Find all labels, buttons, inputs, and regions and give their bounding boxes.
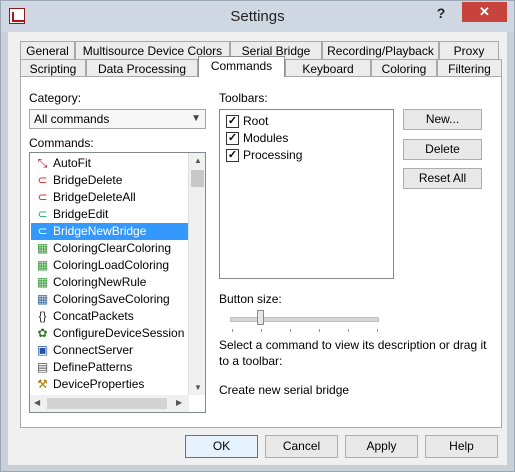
- commands-vertical-scrollbar[interactable]: ▲ ▼: [188, 153, 205, 395]
- autofit-icon: ⤡: [37, 156, 48, 170]
- bridge-edit-icon: ⊂: [37, 207, 48, 221]
- tab-filtering[interactable]: Filtering: [437, 59, 502, 77]
- settings-window: Settings ? ✕ General Multisource Device …: [0, 0, 515, 472]
- dialog-client: General Multisource Device Colors Serial…: [8, 32, 507, 465]
- cancel-button[interactable]: Cancel: [265, 435, 338, 458]
- list-item[interactable]: ⤡ AutoFit: [31, 155, 188, 172]
- toolbars-label: Toolbars:: [219, 91, 268, 105]
- scroll-right-icon[interactable]: ▶: [176, 398, 182, 407]
- list-item[interactable]: ⊂ BridgeDeleteAll: [31, 189, 188, 206]
- checkbox-checked-icon[interactable]: ✓: [226, 115, 239, 128]
- list-item[interactable]: ⊂ BridgeDelete: [31, 172, 188, 189]
- list-item[interactable]: ⊂ BridgeEdit: [31, 206, 188, 223]
- list-item-selected[interactable]: ⊂ BridgeNewBridge: [31, 223, 188, 240]
- category-value: All commands: [34, 112, 110, 126]
- vertical-scroll-thumb[interactable]: [191, 170, 204, 187]
- slider-ticks: [232, 329, 378, 332]
- category-label: Category:: [29, 91, 82, 105]
- category-select[interactable]: All commands ▼: [29, 109, 206, 129]
- list-item[interactable]: ▦ ColoringLoadColoring: [31, 257, 188, 274]
- bridge-delete-all-icon: ⊂: [37, 190, 48, 204]
- list-item[interactable]: {} ConcatPackets: [31, 308, 188, 325]
- commands-horizontal-scrollbar[interactable]: ◀ ▶: [30, 395, 189, 412]
- ok-button[interactable]: OK: [185, 435, 258, 458]
- connect-server-icon: ▣: [36, 343, 49, 357]
- scroll-down-icon[interactable]: ▼: [194, 383, 202, 392]
- tab-recording-playback[interactable]: Recording/Playback: [322, 41, 439, 59]
- scroll-left-icon[interactable]: ◀: [34, 398, 40, 407]
- list-item[interactable]: ▦ ColoringNewRule: [31, 274, 188, 291]
- button-size-label: Button size:: [219, 292, 282, 306]
- commands-list[interactable]: ⤡ AutoFit ⊂ BridgeDelete ⊂ BridgeDeleteAll …: [29, 152, 206, 413]
- tab-data-processing[interactable]: Data Processing: [86, 59, 198, 77]
- button-size-slider-thumb[interactable]: [257, 310, 264, 325]
- delete-toolbar-button[interactable]: Delete: [403, 139, 482, 160]
- coloring-clear-icon: ▦: [36, 241, 49, 255]
- toolbars-list: ✓ Root ✓ Modules ✓ Processing: [219, 109, 394, 279]
- bridge-delete-icon: ⊂: [37, 173, 48, 187]
- tab-scripting[interactable]: Scripting: [20, 59, 86, 77]
- checkbox-checked-icon[interactable]: ✓: [226, 149, 239, 162]
- device-properties-icon: ⚒: [37, 377, 48, 391]
- tab-commands[interactable]: Commands: [198, 56, 285, 77]
- tab-coloring[interactable]: Coloring: [371, 59, 437, 77]
- horizontal-scroll-thumb[interactable]: [47, 398, 167, 409]
- scroll-up-icon[interactable]: ▲: [194, 156, 202, 165]
- apply-button[interactable]: Apply: [345, 435, 418, 458]
- list-item[interactable]: ✿ ConfigureDeviceSession: [31, 325, 188, 342]
- configure-session-icon: ✿: [37, 326, 48, 340]
- checkbox-checked-icon[interactable]: ✓: [226, 132, 239, 145]
- list-item[interactable]: ⚒ DeviceProperties: [31, 376, 188, 393]
- coloring-new-rule-icon: ▦: [36, 275, 49, 289]
- button-size-slider[interactable]: [230, 317, 379, 322]
- command-description: Select a command to view its description…: [219, 337, 494, 398]
- help-title-button[interactable]: ?: [434, 5, 448, 25]
- coloring-load-icon: ▦: [36, 258, 49, 272]
- tab-keyboard[interactable]: Keyboard: [285, 59, 371, 77]
- commands-label: Commands:: [29, 136, 94, 150]
- reset-all-button[interactable]: Reset All: [403, 168, 482, 189]
- chevron-down-icon: ▼: [191, 113, 201, 124]
- title-bar: Settings ? ✕: [1, 1, 514, 32]
- coloring-save-icon: ▦: [36, 292, 49, 306]
- description-hint: Select a command to view its description…: [219, 338, 487, 368]
- define-patterns-icon: ▤: [36, 360, 49, 374]
- list-item[interactable]: ▣ ConnectServer: [31, 342, 188, 359]
- list-item[interactable]: ▦ ColoringClearColoring: [31, 240, 188, 257]
- tab-proxy[interactable]: Proxy: [439, 41, 499, 59]
- help-button[interactable]: Help: [425, 435, 498, 458]
- bridge-new-icon: ⊂: [37, 224, 48, 238]
- concat-packets-icon: {}: [38, 309, 47, 323]
- list-item[interactable]: ▤ DefinePatterns: [31, 359, 188, 376]
- list-item[interactable]: ▦ ColoringSaveColoring: [31, 291, 188, 308]
- tab-general[interactable]: General: [20, 41, 75, 59]
- close-button[interactable]: ✕: [462, 2, 507, 22]
- new-toolbar-button[interactable]: New...: [403, 109, 482, 130]
- description-text: Create new serial bridge: [219, 383, 350, 397]
